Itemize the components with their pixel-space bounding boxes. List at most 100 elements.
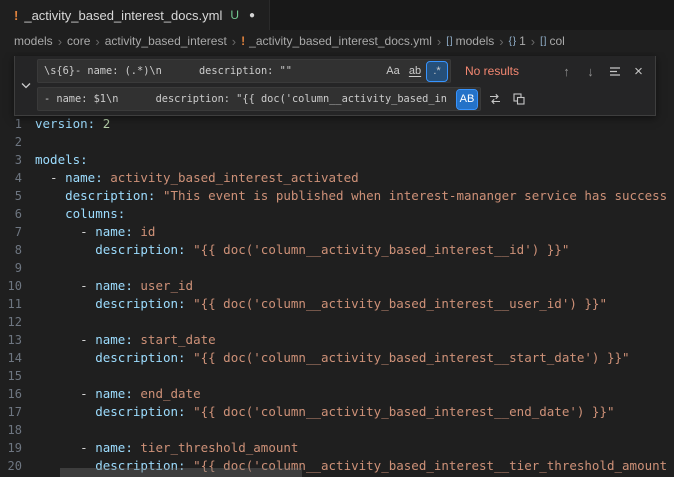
- line-number: 13: [0, 331, 22, 349]
- breadcrumb-label: col: [549, 34, 564, 48]
- unsaved-changes-icon[interactable]: ●: [249, 10, 255, 21]
- symbol-array-icon: [ ]: [446, 36, 451, 47]
- code-token: [186, 404, 194, 419]
- editor-tab[interactable]: ! _activity_based_interest_docs.yml U ●: [0, 0, 270, 30]
- line-number: 16: [0, 385, 22, 403]
- code-token: end_date: [140, 386, 200, 401]
- code-token: "{{ doc('column__activity_based_interest…: [193, 296, 607, 311]
- code-line-10[interactable]: 10 - name: user_id: [0, 277, 674, 295]
- code-token: [186, 350, 194, 365]
- find-in-selection-button[interactable]: [604, 61, 625, 82]
- breadcrumb-label: models: [456, 34, 495, 48]
- code-token: -: [35, 386, 95, 401]
- code-line-4[interactable]: 4 - name: activity_based_interest_activa…: [0, 169, 674, 187]
- line-number: 6: [0, 205, 22, 223]
- code-line-6[interactable]: 6 columns:: [0, 205, 674, 223]
- code-token: version:: [35, 116, 95, 131]
- code-token: -: [35, 278, 95, 293]
- replace-button[interactable]: [484, 89, 505, 110]
- preserve-case-button[interactable]: AB: [457, 90, 477, 109]
- line-content: - name: activity_based_interest_activate…: [35, 169, 359, 187]
- code-token: "{{ doc('column__activity_based_interest…: [193, 242, 569, 257]
- breadcrumb-separator: ›: [531, 34, 535, 49]
- horizontal-scrollbar[interactable]: [60, 468, 302, 477]
- code-token: user_id: [140, 278, 193, 293]
- line-content: description: "{{ doc('column__activity_b…: [35, 349, 630, 367]
- breadcrumb-item-col[interactable]: [ ]col: [540, 34, 565, 48]
- breadcrumb-item-activity-based-interest[interactable]: activity_based_interest: [105, 34, 227, 48]
- line-content: description: "{{ doc('column__activity_b…: [35, 241, 569, 259]
- code-line-13[interactable]: 13 - name: start_date: [0, 331, 674, 349]
- line-content: version: 2: [35, 115, 110, 133]
- code-token: description:: [65, 188, 155, 203]
- find-query-text: \s{6}- name: (.*)\n description: "": [44, 65, 381, 77]
- breadcrumb-item-models[interactable]: models: [14, 34, 53, 48]
- code-token: description:: [95, 350, 185, 365]
- line-number: 8: [0, 241, 22, 259]
- breadcrumb-separator: ›: [499, 34, 503, 49]
- code-line-5[interactable]: 5 description: "This event is published …: [0, 187, 674, 205]
- code-token: name:: [95, 440, 133, 455]
- line-content: - name: user_id: [35, 277, 193, 295]
- yaml-warning-file-icon: !: [14, 8, 18, 23]
- replace-icon: [488, 92, 502, 106]
- line-number: 11: [0, 295, 22, 313]
- previous-match-button[interactable]: ↑: [556, 61, 577, 82]
- regex-button[interactable]: .*: [427, 62, 447, 81]
- code-line-14[interactable]: 14 description: "{{ doc('column__activit…: [0, 349, 674, 367]
- code-line-16[interactable]: 16 - name: end_date: [0, 385, 674, 403]
- code-line-17[interactable]: 17 description: "{{ doc('column__activit…: [0, 403, 674, 421]
- line-number: 4: [0, 169, 22, 187]
- close-button[interactable]: ×: [628, 61, 649, 82]
- line-number: 1: [0, 115, 22, 133]
- breadcrumb-label: models: [14, 34, 53, 48]
- line-content: - name: end_date: [35, 385, 201, 403]
- replace-input[interactable]: - name: $1\n description: "{{ doc('colum…: [37, 87, 481, 111]
- find-widget-rows: \s{6}- name: (.*)\n description: "" Aa a…: [37, 59, 649, 111]
- line-number: 5: [0, 187, 22, 205]
- code-token: [35, 350, 95, 365]
- code-line-18[interactable]: 18: [0, 421, 674, 439]
- breadcrumb-separator: ›: [58, 34, 62, 49]
- next-match-button[interactable]: ↓: [580, 61, 601, 82]
- code-line-12[interactable]: 12: [0, 313, 674, 331]
- code-token: "{{ doc('column__activity_based_interest…: [193, 404, 614, 419]
- code-line-8[interactable]: 8 description: "{{ doc('column__activity…: [0, 241, 674, 259]
- line-content: description: "{{ doc('column__activity_b…: [35, 295, 607, 313]
- code-line-1[interactable]: 1 version: 2: [0, 115, 674, 133]
- code-line-19[interactable]: 19 - name: tier_threshold_amount: [0, 439, 674, 457]
- code-token: [35, 296, 95, 311]
- breadcrumb-label: activity_based_interest: [105, 34, 227, 48]
- replace-all-icon: [512, 92, 526, 106]
- results-count-label: No results: [465, 64, 553, 78]
- code-line-3[interactable]: 3models:: [0, 151, 674, 169]
- code-line-2[interactable]: 2: [0, 133, 674, 151]
- replace-all-button[interactable]: [508, 89, 529, 110]
- code-token: description:: [95, 242, 185, 257]
- breadcrumb-item-1[interactable]: { }1: [509, 34, 526, 48]
- code-line-7[interactable]: 7 - name: id: [0, 223, 674, 241]
- breadcrumb-label: core: [67, 34, 90, 48]
- code-line-11[interactable]: 11 description: "{{ doc('column__activit…: [0, 295, 674, 313]
- code-token: description:: [95, 296, 185, 311]
- code-token: "This event is published when interest-m…: [163, 188, 667, 203]
- code-line-15[interactable]: 15: [0, 367, 674, 385]
- line-number: 15: [0, 367, 22, 385]
- match-case-button[interactable]: Aa: [383, 62, 403, 81]
- find-input[interactable]: \s{6}- name: (.*)\n description: "" Aa a…: [37, 59, 451, 83]
- line-content: description: "{{ doc('column__activity_b…: [35, 403, 615, 421]
- editor-pane: \s{6}- name: (.*)\n description: "" Aa a…: [0, 52, 674, 477]
- tab-bar: ! _activity_based_interest_docs.yml U ●: [0, 0, 674, 30]
- whole-word-button[interactable]: ab: [405, 62, 425, 81]
- toggle-replace-button[interactable]: [15, 59, 37, 111]
- code-token: [35, 404, 95, 419]
- code-token: -: [35, 332, 95, 347]
- code-line-9[interactable]: 9: [0, 259, 674, 277]
- line-number: 7: [0, 223, 22, 241]
- code-token: tier_threshold_amount: [140, 440, 298, 455]
- breadcrumb-item-core[interactable]: core: [67, 34, 90, 48]
- breadcrumb-item-models[interactable]: [ ] models: [446, 34, 494, 48]
- code-token: name:: [95, 224, 133, 239]
- selection-lines-icon: [609, 66, 621, 77]
- breadcrumb-item--activity-based-interest-docs-yml[interactable]: !_activity_based_interest_docs.yml: [241, 34, 432, 48]
